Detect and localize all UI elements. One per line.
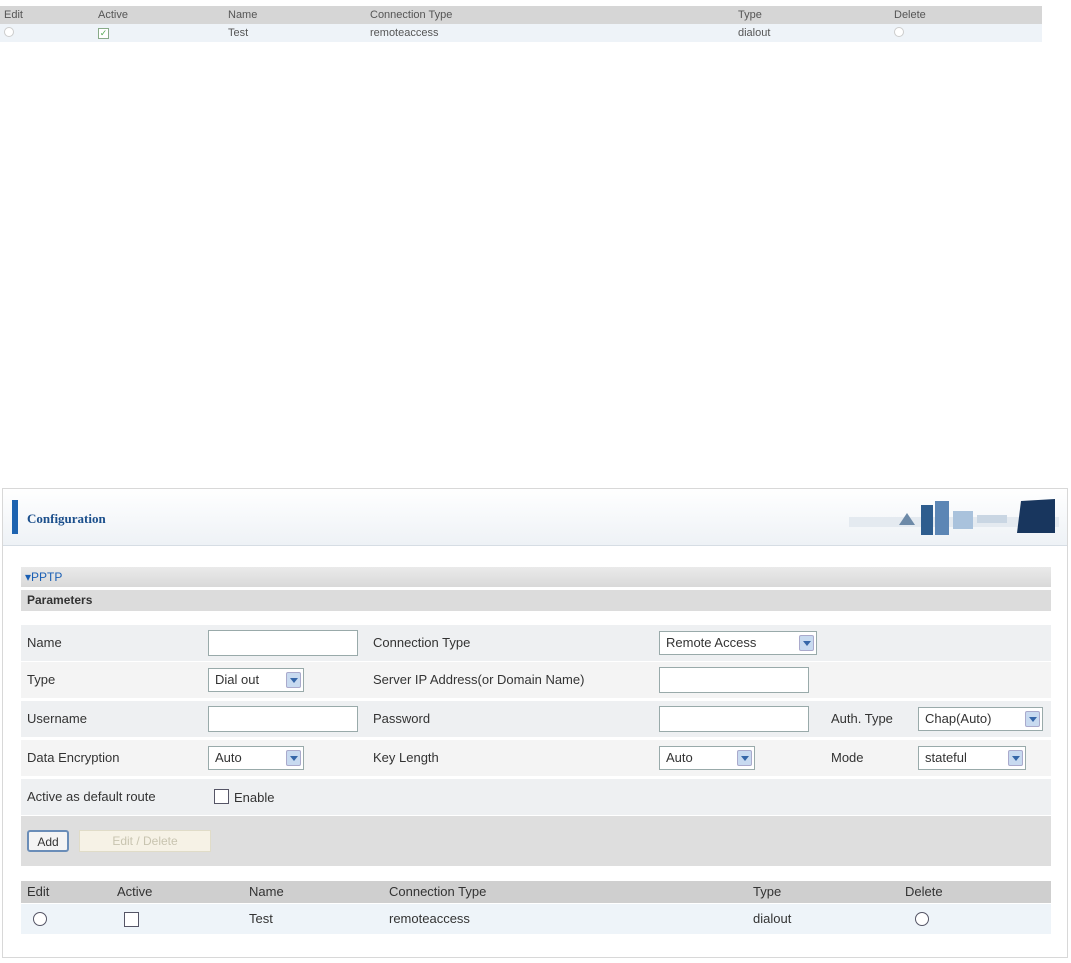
row-username: Username Password Auth. Type Chap(Auto) <box>21 701 1051 737</box>
chevron-down-icon <box>1008 750 1023 766</box>
row-data-encryption: Data Encryption Auto Key Length Auto Mod… <box>21 740 1051 776</box>
data-encryption-value: Auto <box>215 750 242 765</box>
top-connection-table: Edit Active Name Connection Type Type De… <box>0 6 1042 42</box>
header-name: Name <box>249 884 284 899</box>
edit-radio[interactable] <box>33 912 47 926</box>
chevron-down-icon <box>1025 711 1040 727</box>
top-edit-radio[interactable] <box>4 26 14 37</box>
chevron-down-icon <box>737 750 752 766</box>
top-cell-edit <box>0 24 94 42</box>
data-encryption-label: Data Encryption <box>27 750 120 765</box>
connection-type-value: Remote Access <box>666 635 757 650</box>
configuration-banner: Configuration <box>3 489 1067 546</box>
auth-type-select[interactable]: Chap(Auto) <box>918 707 1043 731</box>
mode-select[interactable]: stateful <box>918 746 1026 770</box>
chevron-down-icon <box>799 635 814 651</box>
connection-type-select[interactable]: Remote Access <box>659 631 817 655</box>
username-label: Username <box>27 711 87 726</box>
banner-accent-bar <box>12 500 18 534</box>
enable-checkbox[interactable] <box>214 789 229 804</box>
top-cell-active: ✓ <box>94 24 224 42</box>
row-type: Type Dial out Server IP Address(or Domai… <box>21 662 1051 698</box>
chevron-down-icon <box>286 672 301 688</box>
top-active-checkbox[interactable]: ✓ <box>98 28 109 39</box>
mode-label: Mode <box>831 750 864 765</box>
row-name: Name Connection Type Remote Access <box>21 625 1051 661</box>
password-label: Password <box>373 711 431 726</box>
parameters-header: Parameters <box>21 590 1051 611</box>
add-button[interactable]: Add <box>27 830 69 852</box>
name-label: Name <box>27 635 62 650</box>
top-delete-radio[interactable] <box>894 26 904 37</box>
key-length-value: Auto <box>666 750 693 765</box>
key-length-select[interactable]: Auto <box>659 746 755 770</box>
header-type: Type <box>753 884 782 899</box>
connection-type-label: Connection Type <box>373 635 471 650</box>
connection-table-header: Edit Active Name Connection Type Type De… <box>21 881 1051 903</box>
username-input[interactable] <box>208 706 358 732</box>
top-header-connection-type: Connection Type <box>366 6 734 24</box>
server-ip-input[interactable] <box>659 667 809 693</box>
top-cell-type: dialout <box>734 24 890 42</box>
top-cell-name: Test <box>224 24 366 42</box>
top-header-active: Active <box>94 6 224 24</box>
top-table-row: ✓ Test remoteaccess dialout <box>0 24 1042 42</box>
name-input[interactable] <box>208 630 358 656</box>
key-length-label: Key Length <box>373 750 439 765</box>
row-default-route: Active as default route Enable <box>21 779 1051 815</box>
page-title: Configuration <box>27 511 106 526</box>
type-value: Dial out <box>215 672 260 687</box>
type-select[interactable]: Dial out <box>208 668 304 692</box>
top-header-delete: Delete <box>890 6 1042 24</box>
mode-value: stateful <box>925 750 967 765</box>
edit-delete-button[interactable]: Edit / Delete <box>79 830 211 852</box>
table-row: Test remoteaccess dialout <box>21 904 1051 934</box>
active-checkbox[interactable] <box>124 912 139 927</box>
auth-type-label: Auth. Type <box>831 711 893 726</box>
row-connection-type-cell: remoteaccess <box>389 911 470 926</box>
server-ip-label: Server IP Address(or Domain Name) <box>373 672 585 687</box>
password-input[interactable] <box>659 706 809 732</box>
default-route-label: Active as default route <box>27 789 156 804</box>
top-cell-delete <box>890 24 1042 42</box>
top-table-header-row: Edit Active Name Connection Type Type De… <box>0 6 1042 24</box>
configuration-panel: Configuration ▾PPTP Parameters Name Conn… <box>2 488 1068 958</box>
chevron-down-icon <box>286 750 301 766</box>
top-header-type: Type <box>734 6 890 24</box>
pptp-section-header[interactable]: ▾PPTP <box>21 567 1051 587</box>
top-header-edit: Edit <box>0 6 94 24</box>
data-encryption-select[interactable]: Auto <box>208 746 304 770</box>
header-active: Active <box>117 884 153 899</box>
type-label: Type <box>27 672 56 687</box>
top-header-name: Name <box>224 6 366 24</box>
row-name-cell: Test <box>249 911 273 926</box>
header-delete: Delete <box>905 884 943 899</box>
header-connection-type: Connection Type <box>389 884 487 899</box>
enable-label: Enable <box>234 790 275 805</box>
delete-radio[interactable] <box>915 912 929 926</box>
action-button-row: Add Edit / Delete <box>21 816 1051 866</box>
top-cell-connection-type: remoteaccess <box>366 24 734 42</box>
banner-decoration-image <box>849 499 1059 535</box>
header-edit: Edit <box>27 884 50 899</box>
auth-type-value: Chap(Auto) <box>925 711 992 726</box>
row-type-cell: dialout <box>753 911 792 926</box>
